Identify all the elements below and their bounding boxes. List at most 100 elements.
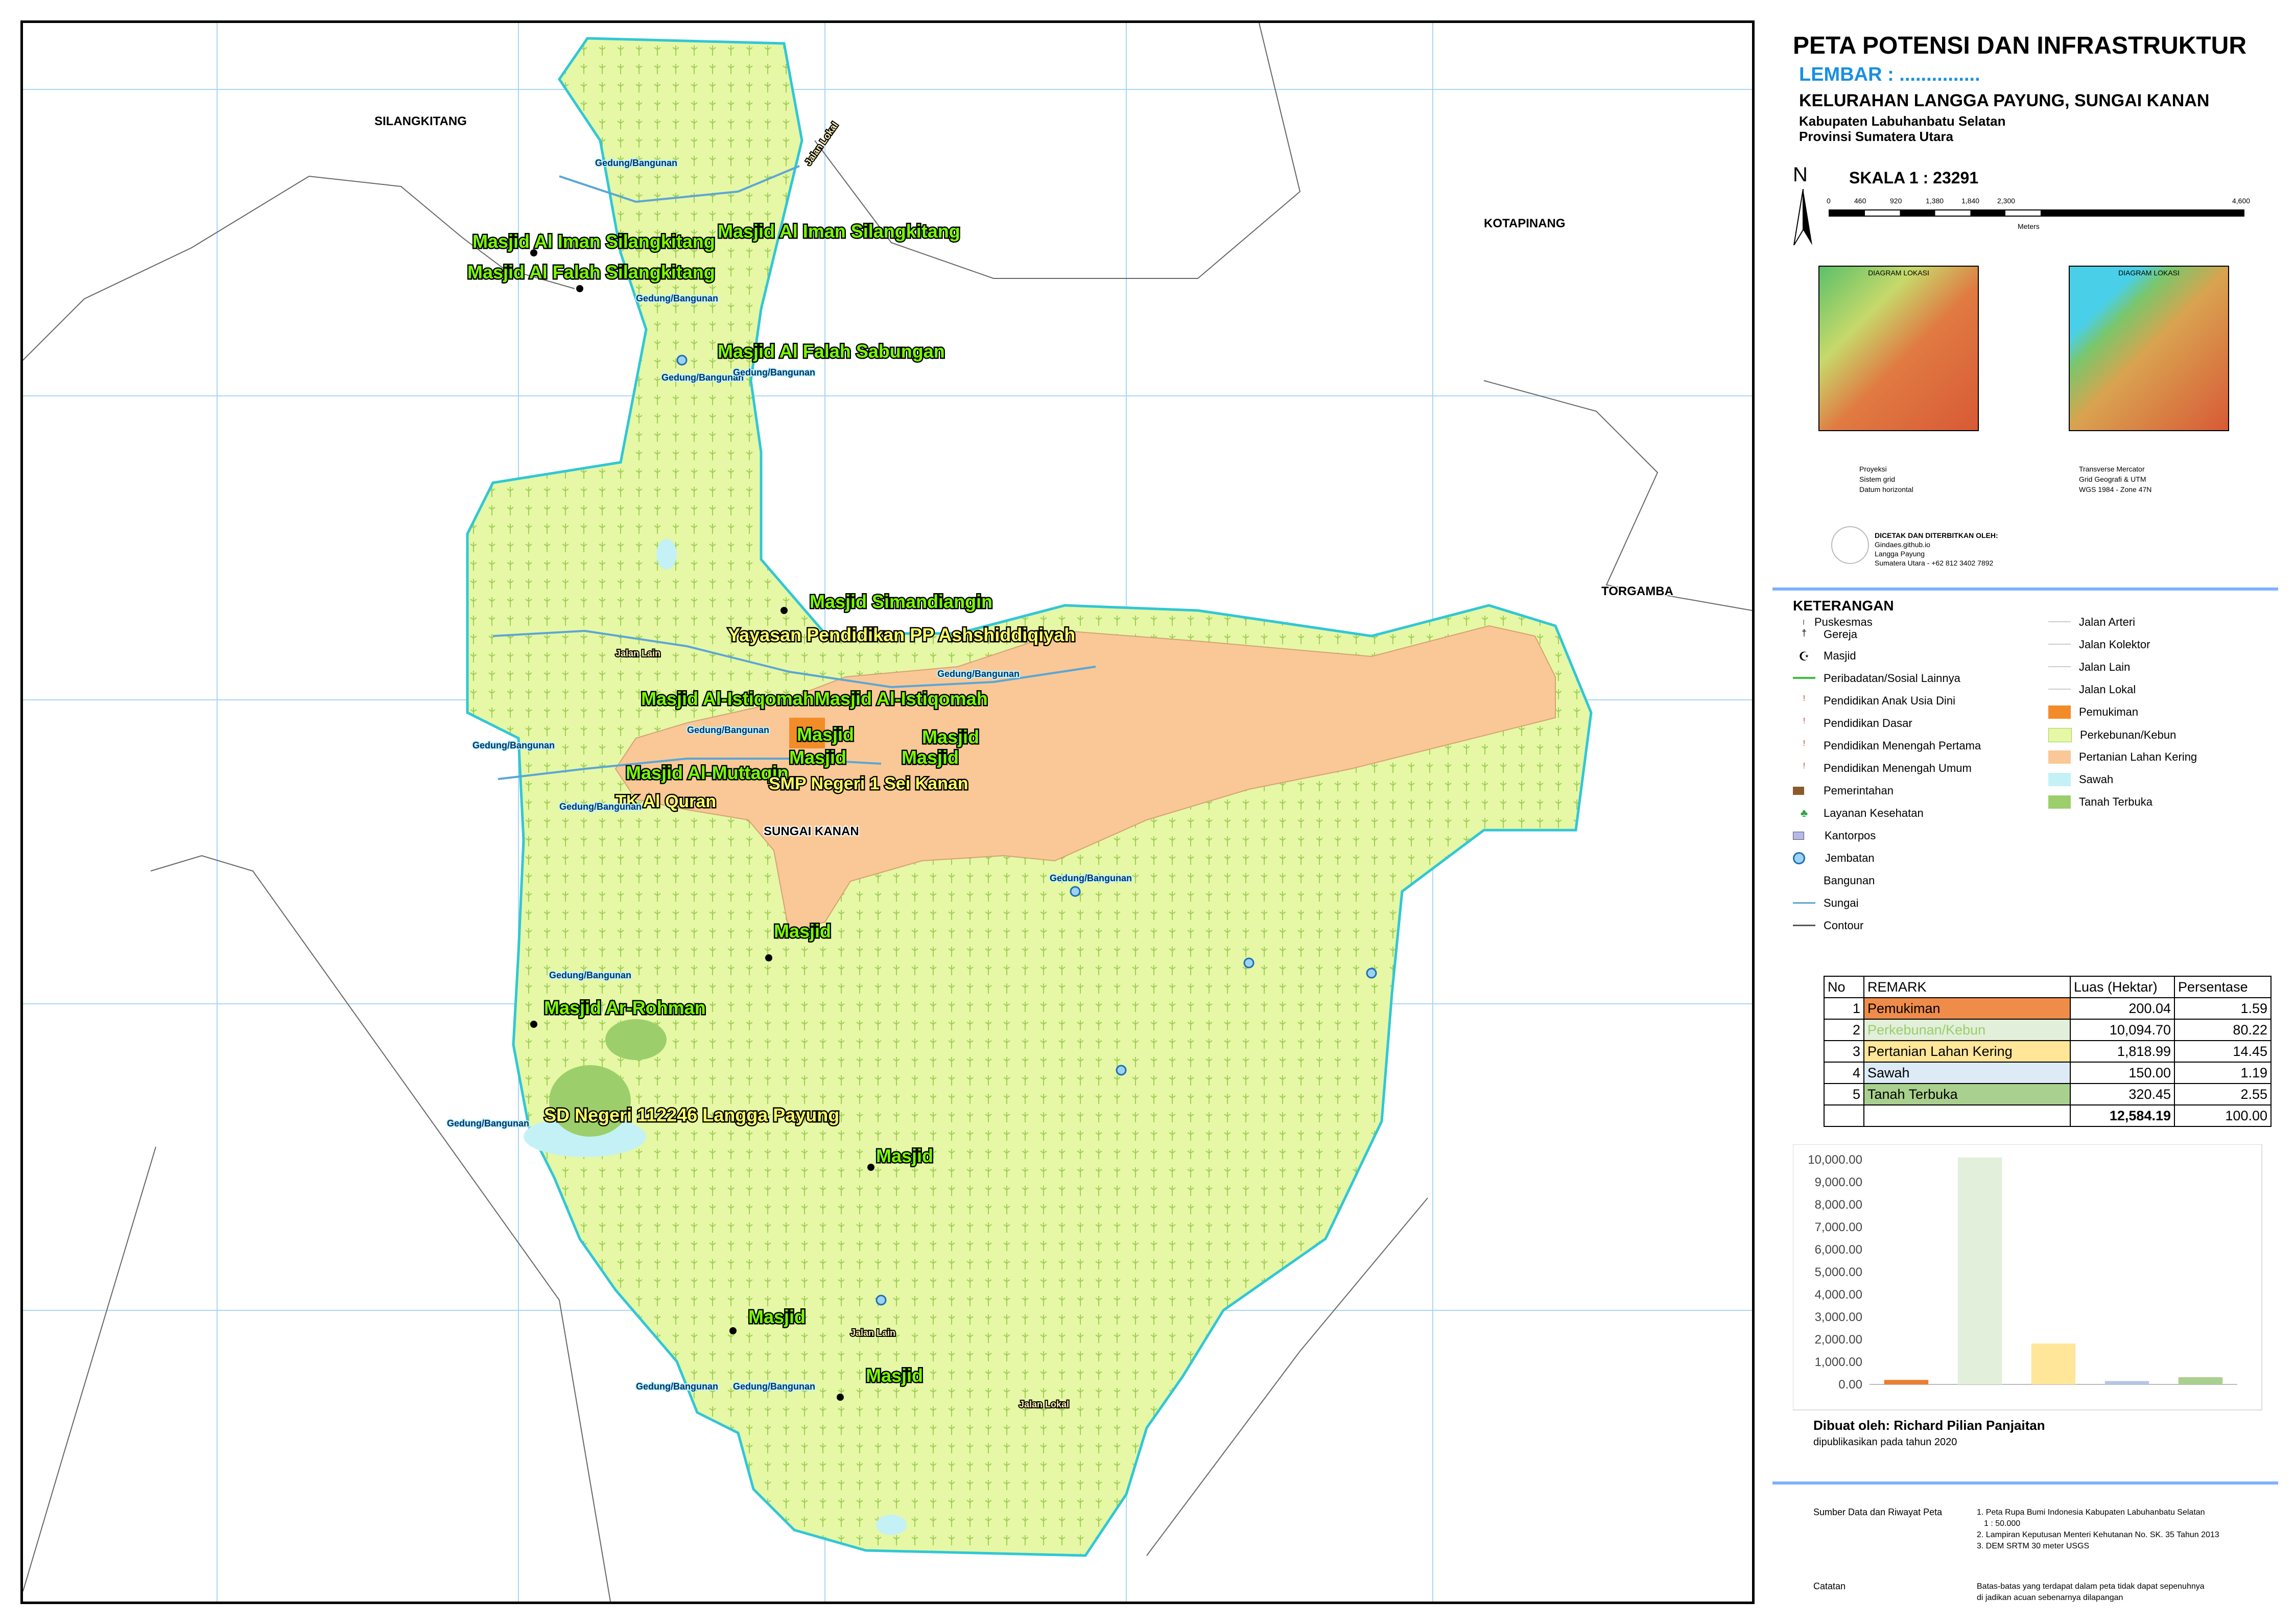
mosque-label: Masjid <box>922 726 979 747</box>
credit-author: Dibuat oleh: Richard Pilian Panjaitan <box>1813 1418 2045 1433</box>
table-cell-remark: Tanah Terbuka <box>1863 1083 2071 1105</box>
lembar-label: LEMBAR : ............... <box>1799 64 1980 85</box>
table-cell-no: 2 <box>1824 1019 1864 1041</box>
other-road-icon <box>2048 666 2071 668</box>
sources-list: 1. Peta Rupa Bumi Indonesia Kabupaten La… <box>1977 1508 2219 1550</box>
post-office-icon <box>1793 832 1804 840</box>
location-diagram-1: DIAGRAM LOKASI <box>1818 266 1979 431</box>
divider <box>1772 587 2278 591</box>
mosque-label: Masjid <box>797 724 854 745</box>
table-header-row: No REMARK Luas (Hektar) Persentase <box>1824 976 2272 998</box>
building-icon <box>1793 874 1815 887</box>
table-row: 3 Pertanian Lahan Kering 1,818.99 14.45 <box>1824 1040 2272 1063</box>
y-tick-label: 3,000.00 <box>1815 1310 1862 1324</box>
building-label: Gedung/Bangunan <box>595 158 677 168</box>
road-label: Jalan Lokal <box>1019 1399 1069 1409</box>
table-cell-luas: 10,094.70 <box>2070 1019 2175 1041</box>
mosque-icon: ☪ <box>1799 650 1810 664</box>
y-tick-label: 9,000.00 <box>1815 1175 1862 1189</box>
building-label: Gedung/Bangunan <box>636 1381 718 1392</box>
table-cell-persen: 14.45 <box>2174 1040 2272 1063</box>
y-tick-label: 6,000.00 <box>1815 1243 1862 1257</box>
divider <box>1772 1481 2278 1485</box>
region-label-sungai-kanan: SUNGAI KANAN <box>764 825 859 838</box>
puskesmas-icon <box>1803 620 1806 625</box>
building-label: Gedung/Bangunan <box>549 970 631 980</box>
credit-published: dipublikasikan pada tahun 2020 <box>1813 1437 1957 1448</box>
collector-road-icon <box>2048 644 2071 646</box>
open-land-swatch <box>2048 795 2071 809</box>
legend-points: Puskesmas † Gereja ☪ Masjid Peribadatan/So… <box>1793 616 2048 983</box>
table-cell-luas: 150.00 <box>2070 1062 2175 1084</box>
map-canvas[interactable]: SILANGKITANG KOTAPINANG TORGAMBA SUNGAI … <box>23 23 1752 1602</box>
land-use-bar-chart: 0.00 1,000.00 2,000.00 3,000.00 4,000.00 5,00… <box>1793 1144 2262 1410</box>
arterial-road-icon <box>2048 621 2071 623</box>
health-service-icon: ♣ <box>1800 807 1808 819</box>
chart-frame <box>1793 1144 2262 1410</box>
bar-sawah <box>2104 1381 2149 1384</box>
table-cell-remark: Pertanian Lahan Kering <box>1863 1040 2071 1063</box>
school-label: SD Negeri 112246 Langga Payung <box>544 1104 839 1125</box>
worship-icon <box>1793 677 1815 680</box>
building-label: Gedung/Bangunan <box>661 372 744 383</box>
sma-icon: ! <box>1803 762 1806 770</box>
building-label: Gedung/Bangunan <box>733 1381 815 1392</box>
table-cell-luas: 1,818.99 <box>2070 1040 2175 1063</box>
mosque-label: Masjid Al-Istiqomah <box>641 688 814 709</box>
mosque-label: Masjid <box>866 1365 923 1386</box>
legend-roads-areas: Jalan Arteri Jalan Kolektor Jalan Lain J… <box>2048 616 2273 902</box>
publisher-logo-icon <box>1831 526 1869 564</box>
y-tick-label: 7,000.00 <box>1815 1220 1862 1234</box>
north-label: N <box>1793 163 1808 186</box>
y-tick-label: 4,000.00 <box>1815 1288 1862 1302</box>
table-cell-luas: 200.04 <box>2070 997 2175 1020</box>
y-tick-label: 8,000.00 <box>1815 1198 1862 1212</box>
table-row: 4 Sawah 150.00 1.19 <box>1824 1062 2272 1084</box>
legend-title: KETERANGAN <box>1793 598 1894 614</box>
mosque-label: Masjid Al Iman Silangkitang <box>472 231 715 252</box>
region-label-torgamba: TORGAMBA <box>1601 584 1673 598</box>
map-frame[interactable]: SILANGKITANG KOTAPINANG TORGAMBA SUNGAI … <box>20 20 1755 1604</box>
school-label: Yayasan Pendidikan PP Ashshiddiqiyah <box>728 624 1075 645</box>
dry-agriculture-swatch <box>2048 750 2071 764</box>
sources-label: Sumber Data dan Riwayat Peta <box>1813 1507 1943 1517</box>
table-cell-luas: 320.45 <box>2070 1083 2175 1105</box>
building-label: Gedung/Bangunan <box>687 725 769 735</box>
road-label: Jalan Lokal <box>803 121 840 168</box>
mosque-label: Masjid <box>876 1145 933 1166</box>
notes-label: Catatan <box>1813 1581 1846 1591</box>
table-cell-no: 1 <box>1824 997 1864 1020</box>
land-use-table: No REMARK Luas (Hektar) Persentase 1 Pemu… <box>1824 976 2272 1127</box>
table-cell-no: 5 <box>1824 1083 1864 1105</box>
government-icon <box>1793 787 1804 795</box>
kelurahan-title: KELURAHAN LANGGA PAYUNG, SUNGAI KANAN <box>1799 91 2210 110</box>
school-label: SMP Negeri 1 Sei Kanan <box>769 774 968 793</box>
notes-text: Batas-batas yang terdapat dalam peta tid… <box>1977 1582 2205 1602</box>
building-label: Gedung/Bangunan <box>447 1118 529 1128</box>
building-label: Gedung/Bangunan <box>1050 873 1132 883</box>
mosque-label: Masjid <box>748 1306 806 1327</box>
y-tick-label: 0.00 <box>1838 1378 1862 1392</box>
mosque-label: Masjid Al-Muttaqin <box>626 762 789 783</box>
river-icon <box>1793 902 1815 905</box>
building-label: Gedung/Bangunan <box>733 367 815 378</box>
bridge-icon <box>1793 852 1805 864</box>
table-cell-no: 4 <box>1824 1062 1864 1084</box>
mosque-label: Masjid Al-Istiqomah <box>815 688 988 709</box>
mosque-label: Masjid <box>789 747 846 768</box>
table-cell-remark: Perkebunan/Kebun <box>1863 1019 2071 1041</box>
table-cell-persen: 1.59 <box>2174 997 2272 1020</box>
plantation-swatch <box>2048 728 2072 742</box>
table-cell-no: 3 <box>1824 1040 1864 1063</box>
paud-icon: ! <box>1803 694 1806 703</box>
mosque-label: Masjid Al Falah Silangkitang <box>467 262 715 283</box>
mosque-label: Masjid Simandiangin <box>810 591 992 612</box>
mosque-label: Masjid Al Falah Sabungan <box>718 341 945 362</box>
building-label: Gedung/Bangunan <box>937 669 1020 679</box>
location-diagram-2: DIAGRAM LOKASI <box>2069 266 2229 431</box>
scale-label: SKALA 1 : 23291 <box>1849 169 1979 187</box>
map-title: PETA POTENSI DAN INFRASTRUKTUR <box>1793 32 2246 59</box>
table-cell-remark: Sawah <box>1863 1062 2071 1084</box>
building-label: Gedung/Bangunan <box>559 802 642 812</box>
kabupaten-label: Kabupaten Labuhanbatu Selatan <box>1799 113 2006 129</box>
